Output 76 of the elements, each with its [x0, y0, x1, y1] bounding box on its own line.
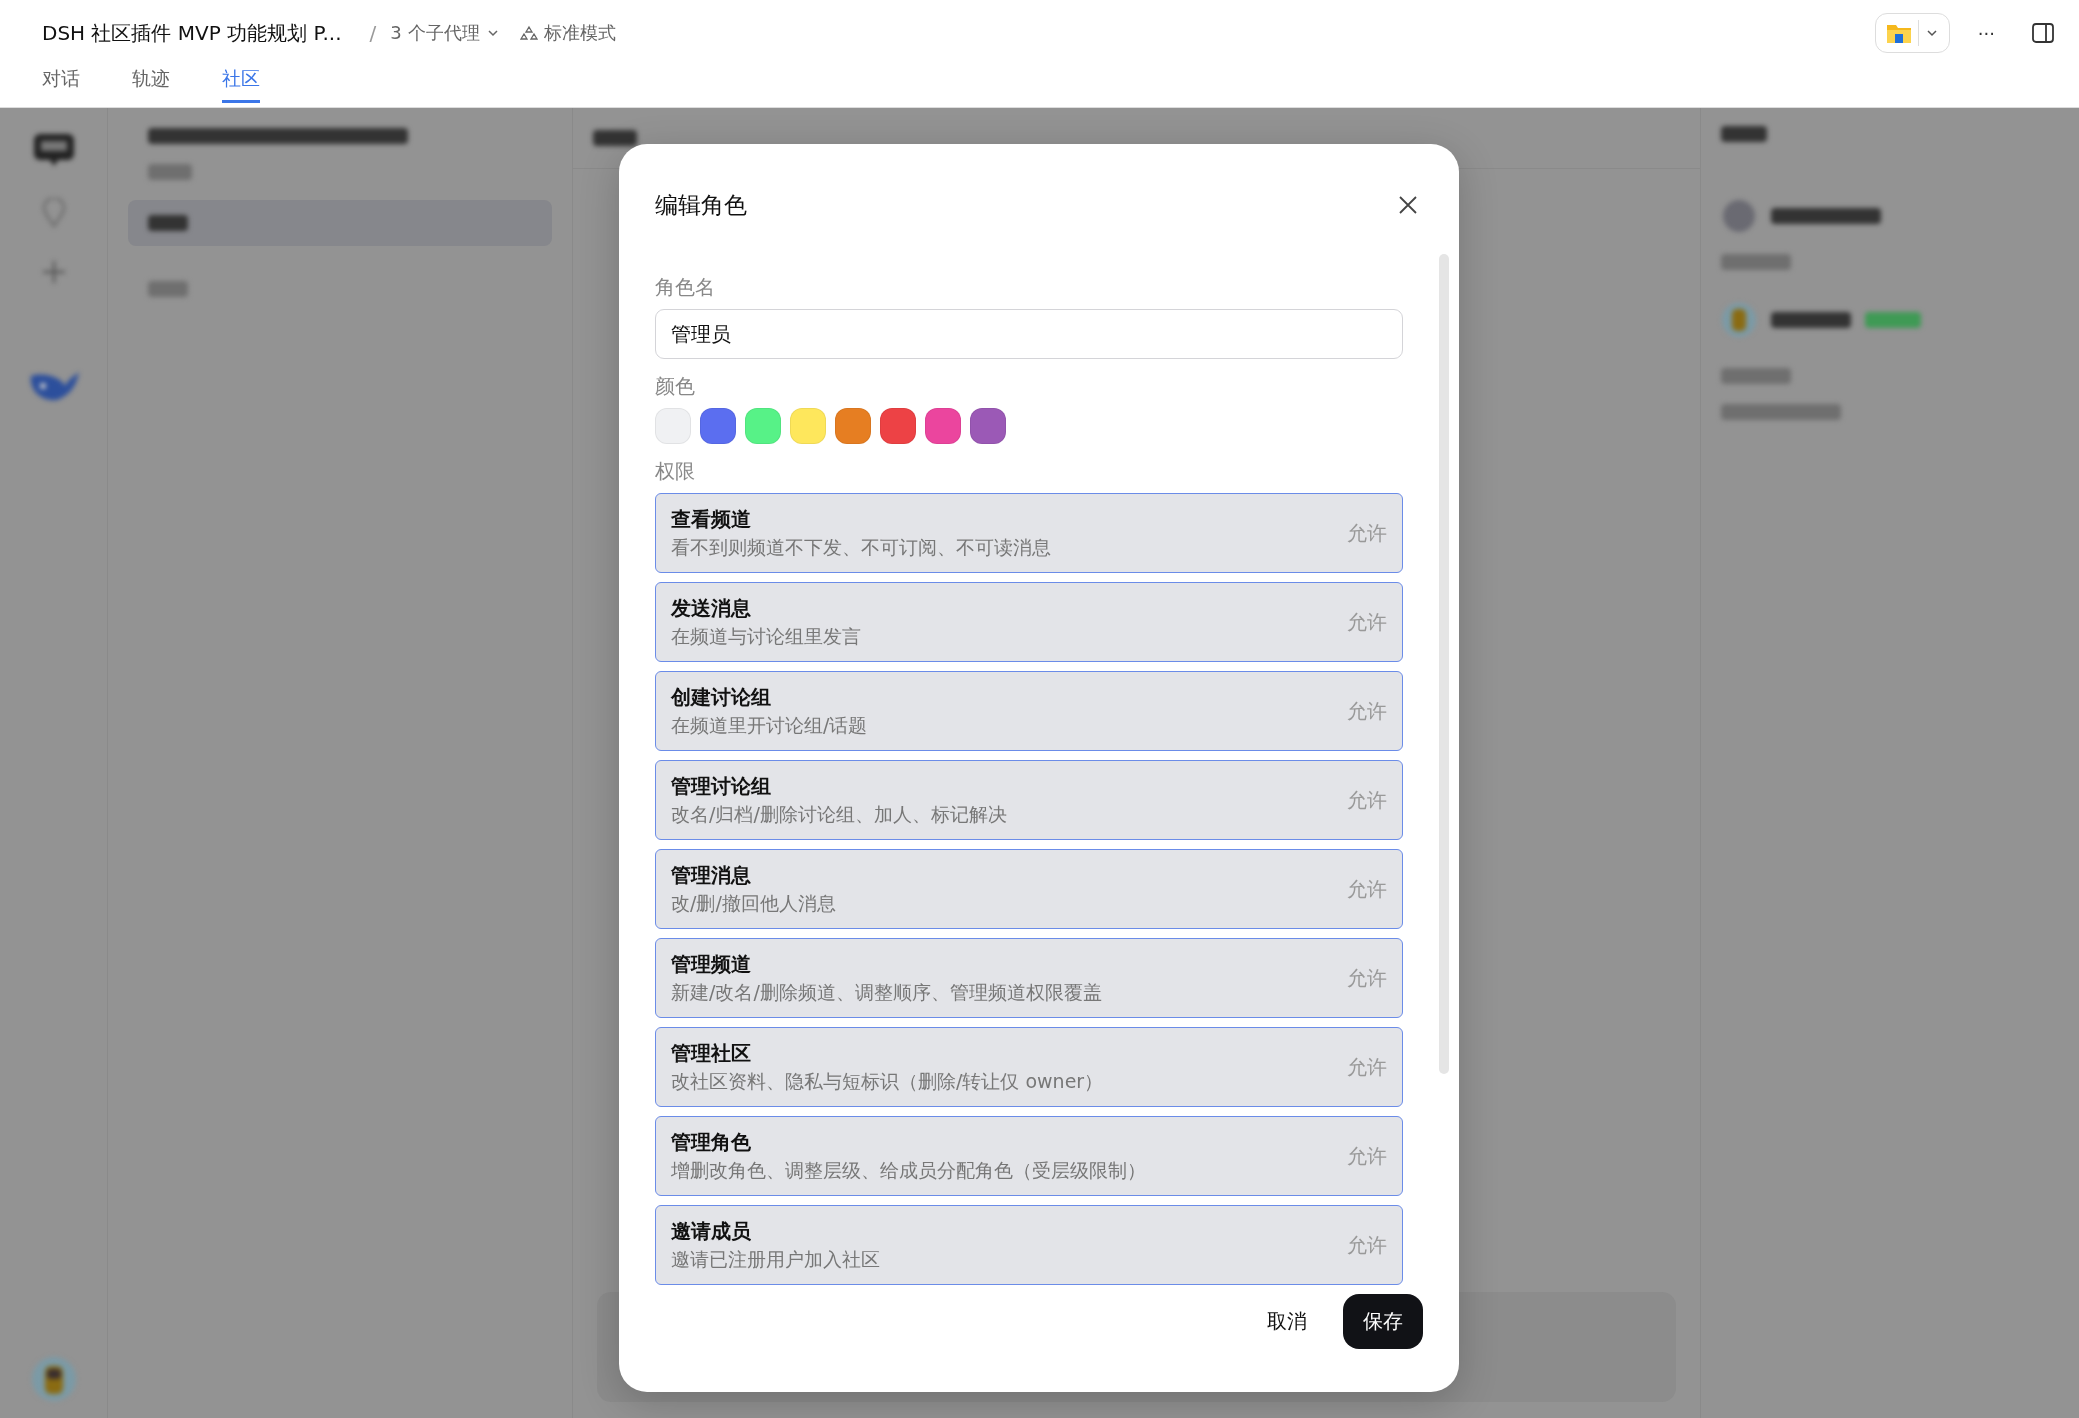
folder-dropdown[interactable]: [1874, 13, 1950, 53]
role-name-field[interactable]: 管理员: [655, 309, 1403, 359]
permission-description: 新建/改名/删除频道、调整顺序、管理频道权限覆盖: [671, 979, 1102, 1005]
folder-icon: [1885, 22, 1912, 44]
user-avatar[interactable]: [30, 1356, 77, 1402]
mode-button[interactable]: 标准模式: [519, 21, 616, 45]
color-swatch[interactable]: [880, 408, 916, 444]
color-swatch[interactable]: [700, 408, 736, 444]
color-swatch[interactable]: [655, 408, 691, 444]
permission-row[interactable]: 管理社区 改社区资料、隐私与短标识（删除/转让仅 owner） 允许: [655, 1027, 1403, 1107]
member-avatar: [1721, 302, 1757, 338]
dialog-title: 编辑角色: [655, 190, 747, 220]
permission-value: 允许: [1347, 1053, 1387, 1081]
permission-row[interactable]: 管理频道 新建/改名/删除频道、调整顺序、管理频道权限覆盖 允许: [655, 938, 1403, 1018]
conversation-title: DSH 社区插件 MVP 功能规划 P...: [42, 19, 342, 47]
permission-row[interactable]: 管理消息 改/删/撤回他人消息 允许: [655, 849, 1403, 929]
field-label: 权限: [655, 458, 695, 485]
permission-row[interactable]: 创建讨论组 在频道里开讨论组/话题 允许: [655, 671, 1403, 751]
blurred-tag: [1865, 312, 1921, 328]
permission-row[interactable]: 管理讨论组 改名/归档/删除讨论组、加人、标记解决 允许: [655, 760, 1403, 840]
color-swatch[interactable]: [745, 408, 781, 444]
close-icon[interactable]: [1397, 194, 1419, 216]
blurred-text: [148, 164, 192, 180]
permission-row[interactable]: 管理角色 增删改角色、调整层级、给成员分配角色（受层级限制） 允许: [655, 1116, 1403, 1196]
permission-title: 管理讨论组: [671, 772, 771, 800]
blurred-text: [593, 130, 637, 146]
permission-title: 发送消息: [671, 594, 751, 622]
permission-value: 允许: [1347, 875, 1387, 903]
permission-description: 改社区资料、隐私与短标识（删除/转让仅 owner）: [671, 1068, 1104, 1094]
color-swatch[interactable]: [835, 408, 871, 444]
permission-description: 改/删/撤回他人消息: [671, 890, 836, 916]
blurred-text: [1721, 368, 1791, 384]
permission-title: 管理角色: [671, 1128, 751, 1156]
triangle-cluster-icon: [519, 24, 538, 42]
field-label: 角色名: [655, 274, 715, 301]
permission-title: 管理社区: [671, 1039, 751, 1067]
permission-title: 管理消息: [671, 861, 751, 889]
save-button[interactable]: 保存: [1343, 1294, 1423, 1349]
field-label: 颜色: [655, 373, 695, 400]
permission-value: 允许: [1347, 1142, 1387, 1170]
tab[interactable]: 对话: [42, 66, 80, 103]
permission-row[interactable]: 发送消息 在频道与讨论组里发言 允许: [655, 582, 1403, 662]
permission-value: 允许: [1347, 608, 1387, 636]
permission-value: 允许: [1347, 519, 1387, 547]
tab[interactable]: 社区: [222, 66, 260, 103]
permission-description: 增删改角色、调整层级、给成员分配角色（受层级限制）: [671, 1157, 1146, 1183]
permission-value: 允许: [1347, 786, 1387, 814]
permission-description: 邀请已注册用户加入社区: [671, 1246, 880, 1272]
tab[interactable]: 轨迹: [132, 66, 170, 103]
permission-title: 邀请成员: [671, 1217, 751, 1245]
permission-title: 管理频道: [671, 950, 751, 978]
role-icon: [1721, 198, 1757, 234]
permission-row[interactable]: 查看频道 看不到则频道不下发、不可订阅、不可读消息 允许: [655, 493, 1403, 573]
scrollbar[interactable]: [1439, 254, 1449, 1074]
color-swatch[interactable]: [790, 408, 826, 444]
more-button[interactable]: ···: [1977, 22, 1995, 44]
blurred-text: [1721, 126, 1767, 142]
blurred-text: [1721, 254, 1791, 270]
permission-value: 允许: [1347, 1231, 1387, 1259]
permission-description: 看不到则频道不下发、不可订阅、不可读消息: [671, 534, 1051, 560]
separator-slash: /: [369, 21, 377, 45]
permission-description: 改名/归档/删除讨论组、加人、标记解决: [671, 801, 1007, 827]
color-swatch[interactable]: [970, 408, 1006, 444]
permission-title: 查看频道: [671, 505, 751, 533]
permission-description: 在频道里开讨论组/话题: [671, 712, 868, 738]
permission-value: 允许: [1347, 964, 1387, 992]
agents-dropdown[interactable]: 3 个子代理: [390, 21, 500, 45]
permission-title: 创建讨论组: [671, 683, 771, 711]
color-swatch[interactable]: [925, 408, 961, 444]
channel-item[interactable]: [128, 200, 552, 246]
sidebar-toggle-icon[interactable]: [2031, 21, 2055, 45]
cancel-button[interactable]: 取消: [1261, 1298, 1313, 1345]
permission-description: 在频道与讨论组里发言: [671, 623, 861, 649]
chat-icon[interactable]: [31, 132, 76, 168]
permission-value: 允许: [1347, 697, 1387, 725]
permission-row[interactable]: 邀请成员 邀请已注册用户加入社区 允许: [655, 1205, 1403, 1285]
